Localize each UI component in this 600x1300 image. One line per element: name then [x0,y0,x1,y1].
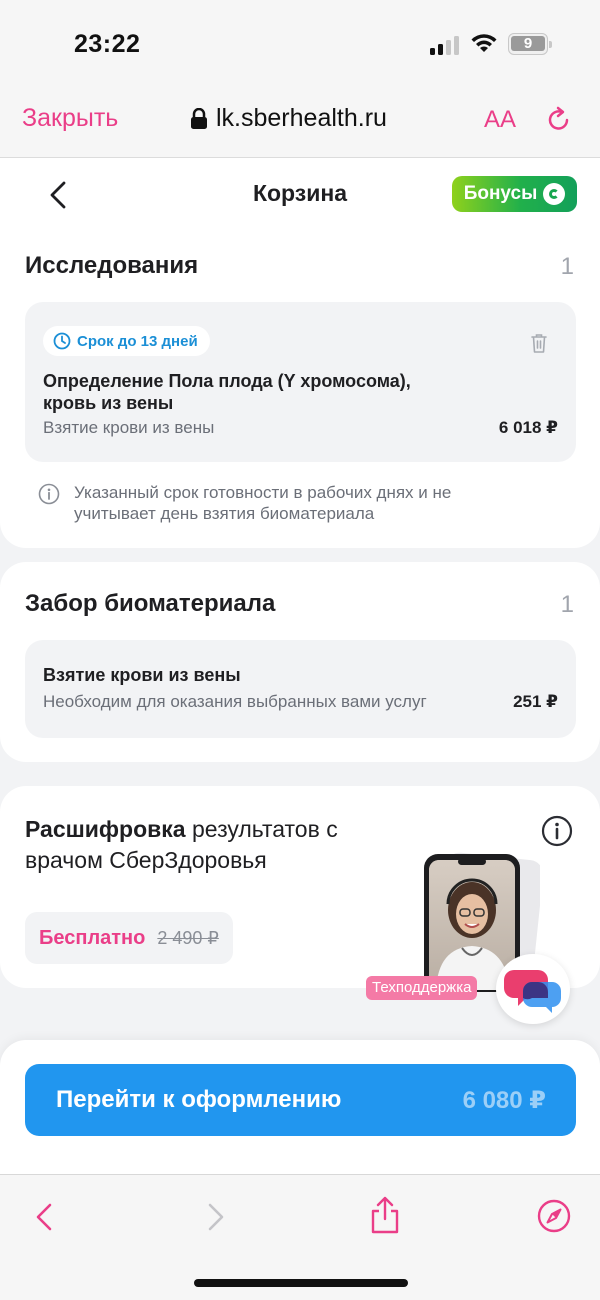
item-subtitle: Взятие крови из вены [43,418,215,437]
item-price: 251 ₽ [513,692,558,711]
reload-icon[interactable] [545,106,573,134]
checkout-button[interactable]: Перейти к оформлению 6 080 ₽ [25,1064,576,1136]
browser-back-icon[interactable] [32,1201,56,1233]
price-chip: Бесплатно 2 490 ₽ [25,912,233,964]
status-time: 23:22 [74,30,141,58]
note-text: Указанный срок готовности в рабочих днях… [74,483,452,523]
url-text: lk.sberhealth.ru [216,104,387,132]
checkout-panel: Перейти к оформлению 6 080 ₽ [0,1040,600,1174]
address-bar[interactable]: lk.sberhealth.ru [190,104,387,133]
home-indicator [194,1279,408,1287]
browser-bar: Закрыть lk.sberhealth.ru AA [0,88,600,158]
deadline-note: Указанный срок готовности в рабочих днях… [38,482,494,524]
battery-level: 9 [511,36,545,51]
item-price: 6 018 ₽ [498,418,558,437]
bonus-button[interactable]: Бонусы [452,176,577,212]
signal-icon [430,36,459,55]
text-size-button[interactable]: AA [484,106,516,134]
clock-icon [53,332,71,350]
biomaterial-item: Взятие крови из вены Необходим для оказа… [25,640,576,738]
support-chat-button[interactable] [496,954,570,1024]
deadline-badge: Срок до 13 дней [43,326,210,356]
lock-icon [191,107,207,129]
support-label[interactable]: Техподдержка [366,976,478,1000]
chat-bubbles-icon [504,970,561,1013]
checkout-total: 6 080 ₽ [462,1087,546,1114]
trash-icon[interactable] [530,332,548,354]
section-title: Исследования [25,252,199,279]
biomaterial-section: Забор биоматериала 1 Взятие крови из вен… [0,562,600,762]
deadline-text: Срок до 13 дней [77,332,198,350]
close-button[interactable]: Закрыть [22,104,118,133]
item-subtitle: Необходим для оказания выбранных вами ус… [43,692,427,711]
old-price: 2 490 ₽ [157,927,219,948]
info-icon[interactable] [541,815,573,847]
research-item: Срок до 13 дней Определение Пола плода (… [25,302,576,462]
bonus-label: Бонусы [463,183,538,204]
status-bar: 23:22 9 [0,0,600,88]
free-label: Бесплатно [39,926,146,949]
browser-toolbar [0,1174,600,1300]
section-count: 1 [560,253,574,280]
wifi-icon [471,34,497,52]
text-size-label: AA [484,106,517,133]
decode-title-bold: Расшифровка [25,816,186,842]
research-section: Исследования 1 Срок до 13 дней Определен… [0,216,600,548]
compass-icon[interactable] [537,1199,571,1233]
item-name: Определение Пола плода (Y хромосома), кр… [43,371,411,413]
bonus-coin-icon [543,183,566,205]
share-icon[interactable] [369,1195,401,1235]
section-count: 1 [560,591,574,618]
browser-forward-icon[interactable] [204,1201,228,1233]
decode-title: Расшифровка результатов с врачом СберЗдо… [25,814,365,876]
item-name: Взятие крови из вены [43,665,241,685]
battery-icon: 9 [508,33,552,55]
info-icon [38,483,60,505]
checkout-label: Перейти к оформлению [56,1086,342,1113]
section-title: Забор биоматериала [25,590,276,617]
